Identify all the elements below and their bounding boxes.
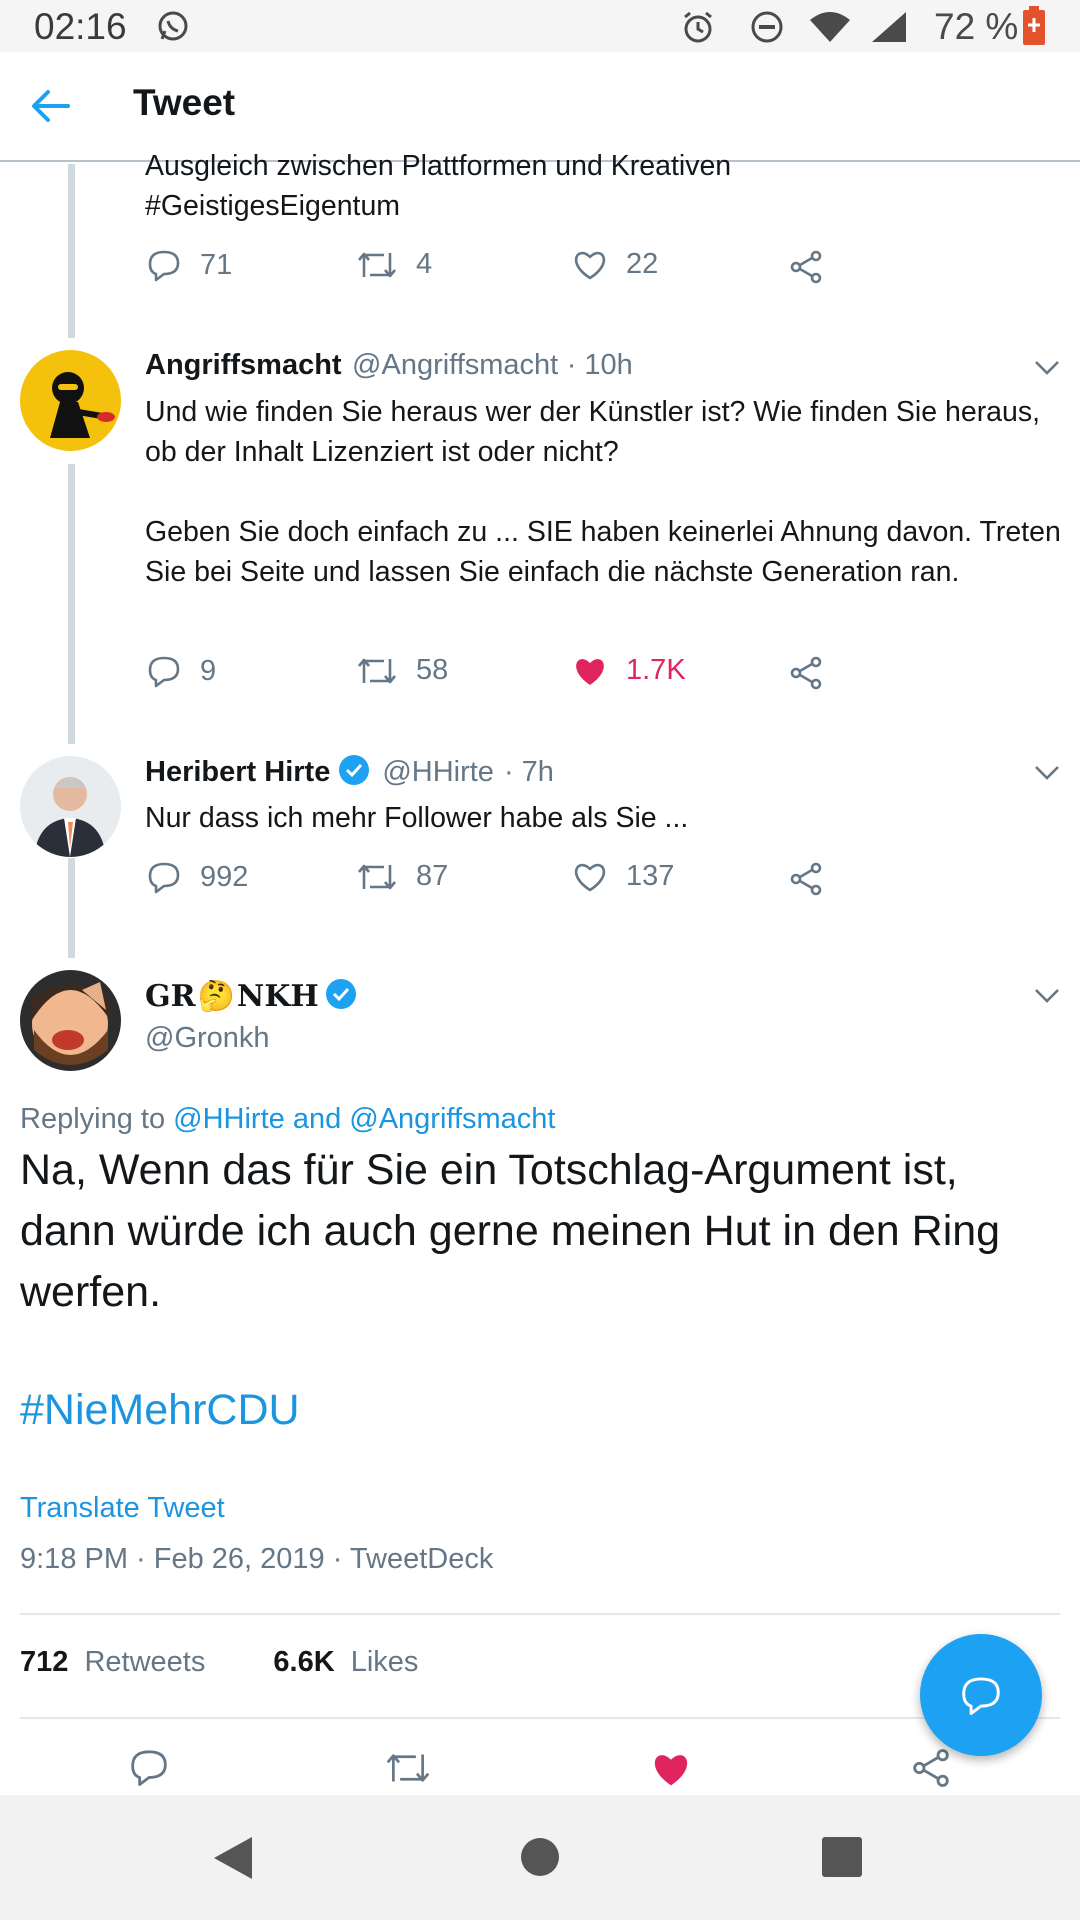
author-name[interactable]: Heribert Hirte — [145, 756, 330, 789]
author-name[interactable]: Angriffsmacht — [145, 349, 342, 381]
reply-button[interactable]: 992 — [146, 860, 248, 894]
replying-to: Replying to @HHirte and @Angriffsmacht — [20, 1103, 555, 1136]
heart-filled-icon[interactable] — [650, 1750, 692, 1793]
compose-reply-fab[interactable] — [920, 1634, 1042, 1756]
tweet-timestamp: 9:18 PM · Feb 26, 2019 · TweetDeck — [20, 1543, 494, 1575]
retweet-button[interactable]: 58 — [356, 654, 448, 687]
recents-icon[interactable] — [822, 1837, 862, 1882]
like-button[interactable]: 137 — [572, 860, 674, 893]
reply-icon — [148, 656, 180, 688]
share-icon[interactable] — [910, 1748, 952, 1793]
tweet-time: · 7h — [503, 756, 554, 788]
signal-icon — [868, 10, 908, 49]
retweet-label[interactable]: Retweets — [84, 1646, 205, 1678]
share-button[interactable] — [788, 250, 842, 284]
replying-to-users[interactable]: @HHirte and @Angriffsmacht — [173, 1103, 555, 1135]
author-name-part: GR — [145, 979, 196, 1014]
reply-count: 71 — [200, 248, 233, 281]
chevron-down-icon[interactable] — [1034, 360, 1060, 381]
retweet-icon — [358, 864, 396, 889]
avatar[interactable] — [20, 756, 121, 857]
tweet-text: Nur dass ich mehr Follower habe als Sie … — [145, 802, 689, 834]
divider — [20, 1613, 1060, 1615]
reply-icon — [148, 862, 180, 894]
whatsapp-icon — [156, 9, 190, 48]
reply-icon[interactable] — [128, 1747, 170, 1792]
thread-line — [68, 464, 75, 744]
retweet-count: 87 — [416, 860, 449, 892]
engagement-stats: 712 Retweets 6.6K Likes — [20, 1646, 418, 1679]
thinking-face-icon: 🤔 — [197, 980, 235, 1013]
hashtag-link[interactable]: #GeistigesEigentum — [145, 186, 400, 226]
reply-count: 9 — [200, 654, 217, 687]
avatar[interactable] — [20, 970, 121, 1071]
retweet-button[interactable]: 4 — [356, 248, 432, 281]
battery-level: 72 % — [934, 6, 1019, 47]
share-icon — [790, 862, 822, 896]
author-handle[interactable]: @Gronkh — [145, 1022, 270, 1055]
status-bar: 02:16 72 % — [0, 0, 1080, 52]
heart-outline-icon — [574, 251, 606, 279]
retweet-icon[interactable] — [384, 1750, 432, 1791]
chevron-down-icon[interactable] — [1034, 765, 1060, 786]
retweet-icon — [358, 658, 396, 683]
hashtag-link[interactable]: #NieMehrCDU — [20, 1386, 300, 1435]
divider — [20, 1717, 1060, 1719]
retweet-count: 4 — [416, 248, 433, 280]
status-time: 02:16 — [34, 6, 127, 47]
tweet-time: · 10h — [566, 349, 633, 381]
retweet-button[interactable]: 87 — [356, 860, 448, 893]
share-button[interactable] — [788, 862, 842, 896]
avatar[interactable] — [20, 350, 121, 451]
heart-filled-icon — [576, 658, 604, 685]
share-icon — [790, 656, 822, 690]
translate-link[interactable]: Translate Tweet — [20, 1492, 225, 1525]
author-handle[interactable]: @Angriffsmacht — [352, 349, 558, 381]
tweet-text: Ausgleich zwischen Plattformen und Kreat… — [145, 150, 732, 182]
reply-icon — [148, 250, 180, 282]
author-handle[interactable]: @HHirte — [382, 756, 494, 789]
share-button[interactable] — [788, 656, 842, 690]
reply-count: 992 — [200, 860, 249, 893]
chevron-down-icon[interactable] — [1034, 988, 1060, 1009]
alarm-icon — [680, 9, 716, 50]
replying-label: Replying to — [20, 1103, 166, 1135]
like-button[interactable]: 22 — [572, 248, 658, 281]
main-tweet-name[interactable]: GR 🤔 NKH — [145, 978, 357, 1015]
reply-button[interactable]: 71 — [146, 248, 232, 282]
home-icon[interactable] — [520, 1837, 560, 1882]
like-total[interactable]: 6.6K — [273, 1646, 334, 1678]
thread-line — [68, 858, 75, 958]
like-count: 22 — [626, 248, 659, 280]
reply-bubble-icon — [962, 1677, 1000, 1716]
page-title: Tweet — [133, 82, 236, 123]
verified-badge-icon — [338, 754, 370, 791]
tweet-2-header: Angriffsmacht @Angriffsmacht · 10h — [145, 349, 633, 382]
retweet-icon — [358, 252, 396, 277]
tweet-text: Geben Sie doch einfach zu ... SIE haben … — [145, 516, 1061, 588]
like-count: 1.7K — [626, 654, 686, 686]
heart-outline-icon — [574, 863, 606, 891]
like-button[interactable]: 1.7K — [572, 654, 686, 687]
like-count: 137 — [626, 860, 675, 892]
retweet-count: 58 — [416, 654, 449, 686]
share-icon — [790, 250, 822, 284]
reply-button[interactable]: 9 — [146, 654, 216, 688]
wifi-icon — [808, 10, 852, 49]
app-bar: Tweet — [0, 52, 1080, 162]
arrow-left-icon[interactable] — [30, 88, 70, 129]
do-not-disturb-icon — [750, 10, 784, 49]
tweet-3-header: Heribert Hirte @HHirte · 7h — [145, 754, 554, 791]
main-tweet-text: Na, Wenn das für Sie ein Totschlag-Argum… — [20, 1146, 1001, 1316]
navigation-bar — [0, 1795, 1080, 1920]
retweet-total[interactable]: 712 — [20, 1646, 68, 1678]
author-name-part: NKH — [236, 979, 319, 1014]
like-label[interactable]: Likes — [351, 1646, 419, 1678]
verified-badge-icon — [325, 978, 357, 1015]
battery-icon — [1022, 6, 1046, 51]
back-icon[interactable] — [212, 1835, 254, 1886]
tweet-text: Und wie finden Sie heraus wer der Künstl… — [145, 396, 1041, 468]
